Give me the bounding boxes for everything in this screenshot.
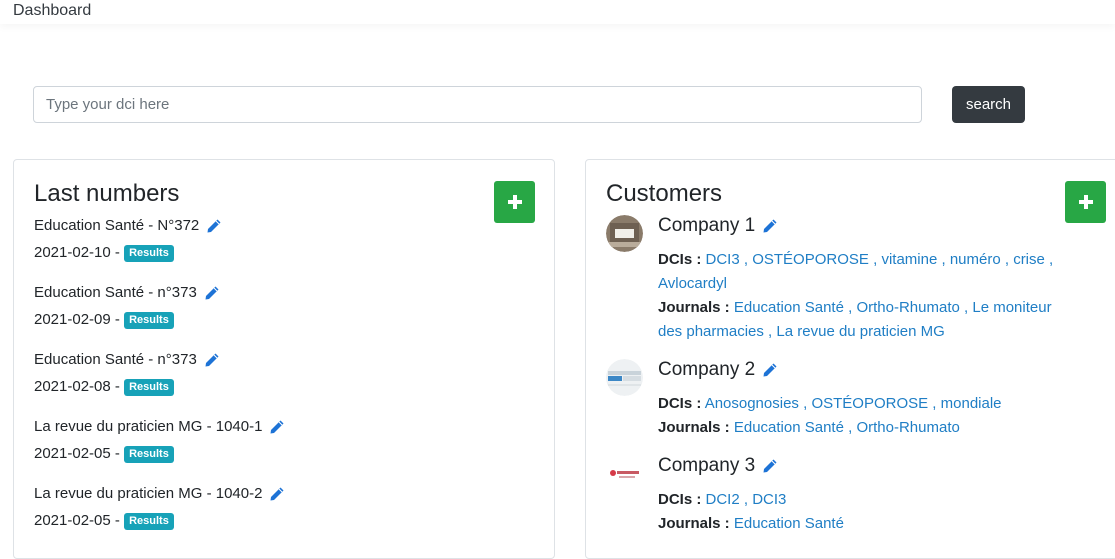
last-numbers-title: Last numbers [34,180,180,207]
dci-link[interactable]: DCI3 [706,251,740,268]
edit-pencil-icon[interactable] [762,458,778,474]
journals-label: Journals : [658,515,730,532]
number-item: Education Santé - n°373 2021-02-09 - Res… [34,284,220,329]
number-item: La revue du praticien MG - 1040-2 2021-0… [34,485,285,530]
plus-icon [507,195,522,209]
company-logo-avatar [606,359,643,396]
results-badge[interactable]: Results [124,446,174,463]
page-title: Dashboard [13,2,92,19]
number-date: 2021-02-05 [34,445,111,462]
dcis-label: DCIs : [658,491,702,508]
number-date: 2021-02-05 [34,512,111,529]
search-button[interactable]: search [952,86,1025,123]
company-logo-avatar [606,215,643,252]
journal-link[interactable]: La revue du praticien MG [776,323,944,340]
dci-link[interactable]: DCI2 [706,491,740,508]
company-name: Company 2 [658,359,756,380]
company-name: Company 1 [658,215,756,236]
dci-link[interactable]: OSTÉOPOROSE [752,251,869,268]
dci-link[interactable]: vitamine [881,251,937,268]
results-badge[interactable]: Results [124,513,174,530]
dci-link[interactable]: OSTÉOPOROSE [811,395,928,412]
dci-link[interactable]: DCI3 [752,491,786,508]
journal-link[interactable]: Education Santé [734,515,844,532]
customers-title: Customers [606,180,723,207]
edit-pencil-icon[interactable] [269,419,285,435]
customer-dcis: DCIs : DCI3 , OSTÉOPOROSE , vitamine , n… [658,251,1054,340]
last-numbers-card: Last numbers Education Santé - N°372 202… [13,159,555,559]
edit-pencil-icon[interactable] [204,352,220,368]
customer-dcis: DCIs : DCI2 , DCI3 Journals : Education … [658,491,844,532]
add-number-button[interactable] [494,181,535,223]
journals-label: Journals : [658,419,730,436]
edit-pencil-icon[interactable] [206,218,222,234]
company-name: Company 3 [658,455,756,476]
plus-icon [1078,195,1093,209]
edit-pencil-icon[interactable] [204,285,220,301]
customer-dcis: DCIs : Anosognosies , OSTÉOPOROSE , mond… [658,395,1002,436]
number-item: Education Santé - n°373 2021-02-08 - Res… [34,351,220,396]
edit-pencil-icon[interactable] [762,218,778,234]
results-badge[interactable]: Results [124,245,174,262]
top-bar: Dashboard [0,0,1115,24]
number-item: La revue du praticien MG - 1040-1 2021-0… [34,418,285,463]
results-badge[interactable]: Results [124,312,174,329]
dci-link[interactable]: Anosognosies [705,395,799,412]
dci-link[interactable]: numéro [950,251,1001,268]
dci-link[interactable]: Avlocardyl [658,275,727,292]
dcis-label: DCIs : [658,395,702,412]
results-badge[interactable]: Results [124,379,174,396]
number-item: Education Santé - N°372 2021-02-10 - Res… [34,217,222,262]
edit-pencil-icon[interactable] [762,362,778,378]
dci-link[interactable]: mondiale [941,395,1002,412]
company-logo-avatar [606,455,643,492]
number-date: 2021-02-08 [34,378,111,395]
number-name: La revue du praticien MG - 1040-1 [34,418,263,436]
number-date: 2021-02-10 [34,244,111,261]
customers-card: Customers Company 1 DCIs : DCI3 , OSTÉOP… [585,159,1115,559]
number-date: 2021-02-09 [34,311,111,328]
dcis-label: DCIs : [658,251,702,268]
journal-link[interactable]: Education Santé [734,419,844,436]
number-name: Education Santé - N°372 [34,217,200,235]
journals-label: Journals : [658,299,730,316]
add-customer-button[interactable] [1065,181,1106,223]
journal-link[interactable]: Ortho-Rhumato [856,419,959,436]
number-name: Education Santé - n°373 [34,351,197,369]
dci-link[interactable]: crise [1013,251,1045,268]
journal-link[interactable]: Ortho-Rhumato [856,299,959,316]
dci-search-input[interactable] [33,86,922,123]
number-name: La revue du praticien MG - 1040-2 [34,485,263,503]
number-name: Education Santé - n°373 [34,284,197,302]
journal-link[interactable]: Education Santé [734,299,844,316]
edit-pencil-icon[interactable] [269,486,285,502]
